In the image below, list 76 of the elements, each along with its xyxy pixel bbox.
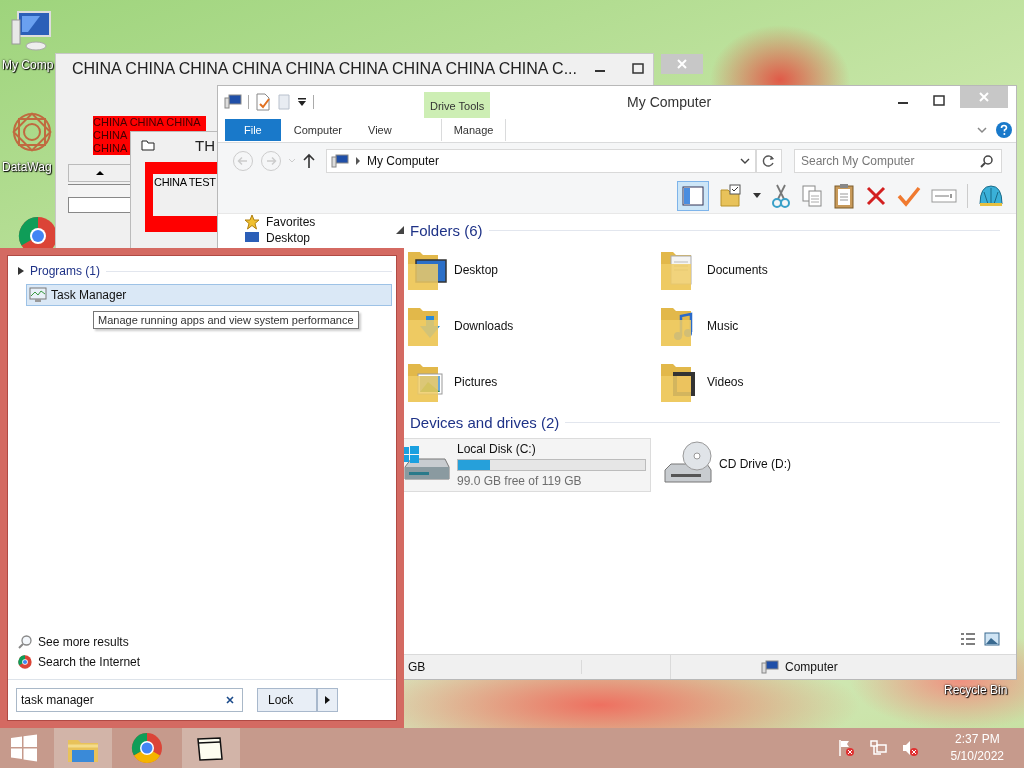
expand-arrow-icon[interactable] [18,267,24,275]
clipboard-icon[interactable] [833,183,855,209]
nav-item[interactable]: Favorites [244,214,388,229]
folder-item[interactable]: Desktop [404,246,657,294]
monitor-chart-icon [29,287,47,303]
nav-item[interactable]: Desktop [244,230,388,245]
ribbon-tab[interactable]: File [225,119,281,141]
search-field[interactable]: Search My Computer [794,149,1002,173]
refresh-button[interactable] [756,149,782,173]
window-title: TH [195,136,215,154]
text-field[interactable] [68,197,132,213]
free-space-text: 99.0 GB free of 119 GB [457,474,583,488]
large-icons-view-icon[interactable] [984,632,1000,646]
search-icon [980,154,994,168]
search-field[interactable]: task manager [16,688,243,712]
star-pattern-icon[interactable] [10,110,54,154]
folder-item[interactable]: Documents [657,246,910,294]
ribbon-tab[interactable]: Computer [280,119,356,141]
dropdown-icon[interactable] [753,193,761,199]
folder-check-icon[interactable] [719,184,743,208]
breadcrumb-arrow-icon [355,157,361,165]
search-result[interactable]: Task Manager [26,284,392,306]
computer-icon [761,660,779,674]
search-icon [18,635,32,649]
computer-icon[interactable] [10,10,54,52]
computer-icon[interactable] [224,94,242,110]
windows-logo-icon[interactable] [10,734,38,762]
group-header[interactable]: Devices and drives (2) [410,413,560,431]
address-bar[interactable]: My Computer [326,149,756,173]
chevron-down-icon[interactable] [976,125,988,135]
document-check-icon[interactable] [255,93,271,111]
drive-item[interactable]: CD Drive (D:) [659,438,795,490]
window-title: CHINA CHINA CHINA CHINA CHINA CHINA CHINA CHINA CHINA C... [72,59,577,78]
group-header[interactable]: Folders (6) [410,221,483,239]
desktop-icon [244,230,260,245]
status-location: Computer [671,660,838,674]
preview-pane-button[interactable] [677,181,709,211]
section-header[interactable]: Programs (1) [30,264,100,278]
folder-item[interactable]: Downloads [404,302,657,350]
drive-name: CD Drive (D:) [719,457,791,471]
text-field[interactable] [68,184,130,197]
ribbon-tab[interactable]: Manage [440,119,507,141]
window-icon [141,139,155,151]
ribbon-tab[interactable]: View [355,119,405,141]
flag-error-icon[interactable] [836,739,855,757]
drive-name: Local Disk (C:) [457,442,537,456]
star-icon [244,213,260,230]
computer-icon [331,154,349,168]
lock-button[interactable]: Lock [257,688,317,712]
label-line: CHINA [93,142,128,155]
volume-muted-icon[interactable] [900,739,919,757]
label-line: CHINA [93,129,128,142]
network-icon[interactable] [868,739,887,757]
dropdown-icon[interactable] [297,97,307,107]
chrome-icon [18,655,32,669]
folder-item[interactable]: Videos [657,358,910,406]
clear-icon[interactable] [225,695,235,705]
collapse-arrow-icon[interactable] [396,226,404,234]
cut-icon[interactable] [771,183,791,209]
search-link[interactable]: See more results [18,635,392,649]
window-button[interactable] [182,728,240,768]
window-title: My Computer [626,94,713,110]
tooltip: Manage running apps and view system performance [93,311,359,329]
rename-icon[interactable] [931,187,957,205]
label-line: CHINA CHINA CHINA [93,116,201,129]
checkmark-icon[interactable] [897,185,921,207]
help-icon[interactable] [996,122,1012,138]
folder-item[interactable]: Pictures [404,358,657,406]
delete-icon[interactable] [865,185,887,207]
folder-item[interactable]: Music [657,302,910,350]
chevron-down-icon [739,156,751,166]
file-explorer-button[interactable] [54,728,112,768]
up-arrow-icon[interactable] [302,153,316,169]
power-options-button[interactable] [317,688,338,712]
context-tab-header[interactable]: Drive Tools [424,92,491,118]
details-view-icon[interactable] [960,632,976,646]
